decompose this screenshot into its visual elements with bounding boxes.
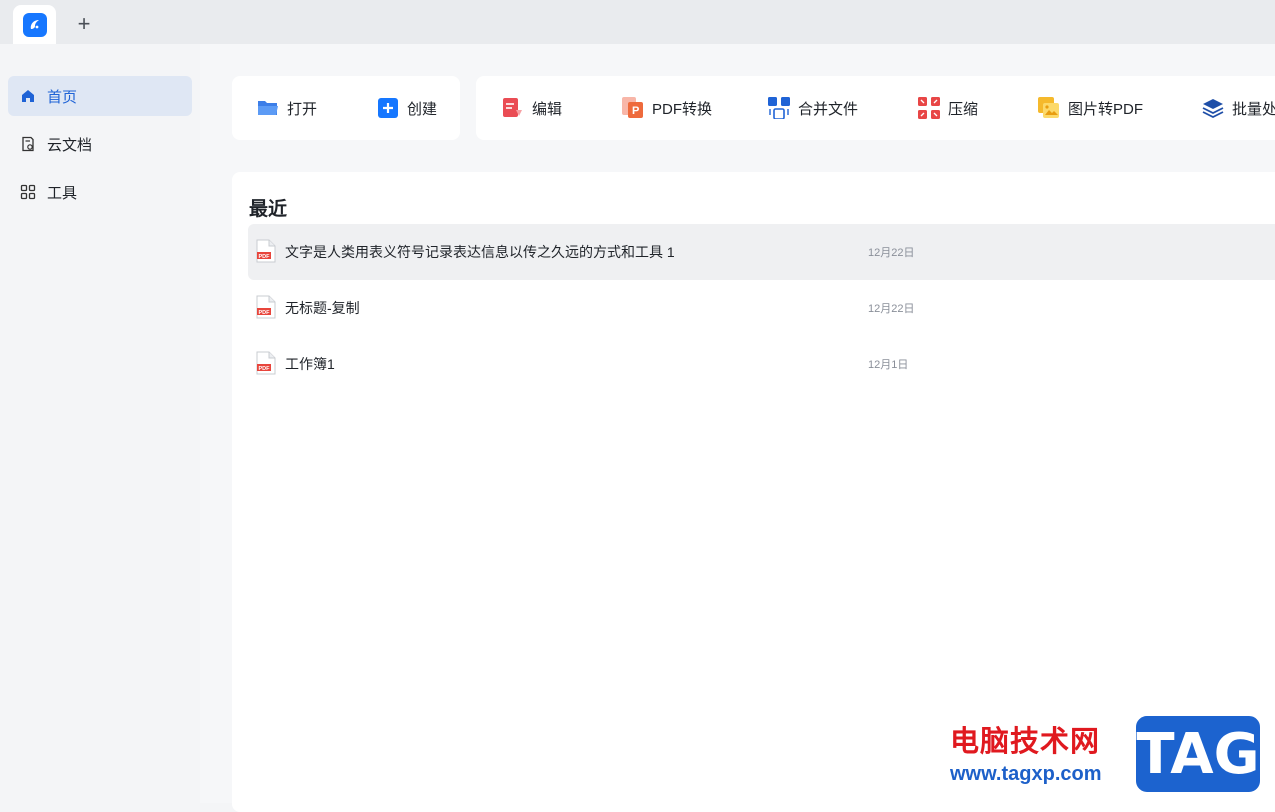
compress-label: 压缩	[948, 100, 979, 118]
sidebar-item-home[interactable]: 首页	[8, 76, 192, 116]
sidebar: 首页 云文档 工具	[0, 44, 200, 803]
image-to-pdf-label: 图片转PDF	[1068, 100, 1144, 118]
file-name: 文字是人类用表义符号记录表达信息以传之久远的方式和工具 1	[285, 244, 675, 260]
cloud-document-icon	[19, 135, 37, 153]
create-button[interactable]: 创建	[377, 76, 437, 140]
title-bar: +	[0, 0, 1275, 44]
recent-file-row[interactable]: PDF 文字是人类用表义符号记录表达信息以传之久远的方式和工具 1 12月22日	[248, 224, 1275, 280]
merge-files-icon	[768, 97, 790, 119]
edit-label: 编辑	[532, 100, 563, 118]
pdf-convert-button[interactable]: P PDF转换	[622, 76, 712, 140]
sidebar-item-label: 工具	[47, 184, 78, 202]
sidebar-item-tools[interactable]: 工具	[8, 172, 192, 212]
recent-file-row[interactable]: PDF 无标题-复制 12月22日	[248, 280, 1275, 336]
svg-text:PDF: PDF	[259, 310, 271, 316]
file-name: 无标题-复制	[285, 300, 360, 316]
pdf-file-icon: PDF	[256, 239, 276, 263]
edit-button[interactable]: 编辑	[502, 76, 562, 140]
file-date: 12月22日	[868, 303, 915, 315]
image-to-pdf-icon	[1038, 97, 1060, 119]
edit-document-icon	[502, 97, 524, 119]
batch-process-label: 批量处	[1232, 100, 1275, 118]
recent-files-card: 最近 PDF 文字是人类用表义符号记录表达信息以传之久远的方式和工具 1 12月…	[232, 172, 1275, 812]
sidebar-item-label: 首页	[47, 88, 78, 106]
create-label: 创建	[407, 100, 438, 118]
file-date: 12月22日	[868, 247, 915, 259]
watermark-site-name: 电脑技术网	[950, 726, 1101, 758]
main-area: 打开 创建 编辑 P PDF转换 合并文件 压缩 图片转PDF 批量处 最近 P…	[200, 44, 1275, 812]
merge-files-button[interactable]: 合并文件	[768, 76, 858, 140]
open-button[interactable]: 打开	[257, 76, 317, 140]
recent-title: 最近	[249, 199, 288, 220]
svg-text:P: P	[632, 105, 639, 117]
app-logo-icon	[22, 12, 47, 37]
home-icon	[19, 87, 37, 105]
pdf-file-icon: PDF	[256, 295, 276, 319]
merge-files-label: 合并文件	[798, 100, 859, 118]
watermark-url: www.tagxp.com	[950, 763, 1102, 785]
image-to-pdf-button[interactable]: 图片转PDF	[1038, 76, 1143, 140]
svg-text:PDF: PDF	[259, 366, 271, 372]
open-label: 打开	[287, 100, 318, 118]
plus-square-icon	[377, 97, 399, 119]
new-tab-button[interactable]: +	[72, 12, 96, 36]
watermark-tag-logo: TAG	[1133, 713, 1263, 795]
grid-tools-icon	[19, 183, 37, 201]
sidebar-item-cloud-docs[interactable]: 云文档	[8, 124, 192, 164]
sidebar-item-label: 云文档	[47, 136, 93, 154]
batch-process-button[interactable]: 批量处	[1202, 76, 1275, 140]
compress-icon	[918, 97, 940, 119]
pdf-convert-label: PDF转换	[652, 100, 713, 118]
file-name: 工作簿1	[285, 356, 335, 372]
pdf-convert-icon: P	[622, 97, 644, 119]
app-home-tab[interactable]	[13, 5, 56, 44]
pdf-file-icon: PDF	[256, 351, 276, 375]
tools-card: 编辑 P PDF转换 合并文件 压缩 图片转PDF 批量处	[476, 76, 1275, 140]
folder-open-icon	[257, 97, 279, 119]
quick-actions-card: 打开 创建	[232, 76, 460, 140]
file-date: 12月1日	[868, 359, 909, 371]
layers-icon	[1202, 97, 1224, 119]
compress-button[interactable]: 压缩	[918, 76, 978, 140]
recent-file-row[interactable]: PDF 工作簿1 12月1日	[248, 336, 1275, 392]
svg-text:PDF: PDF	[259, 254, 271, 260]
